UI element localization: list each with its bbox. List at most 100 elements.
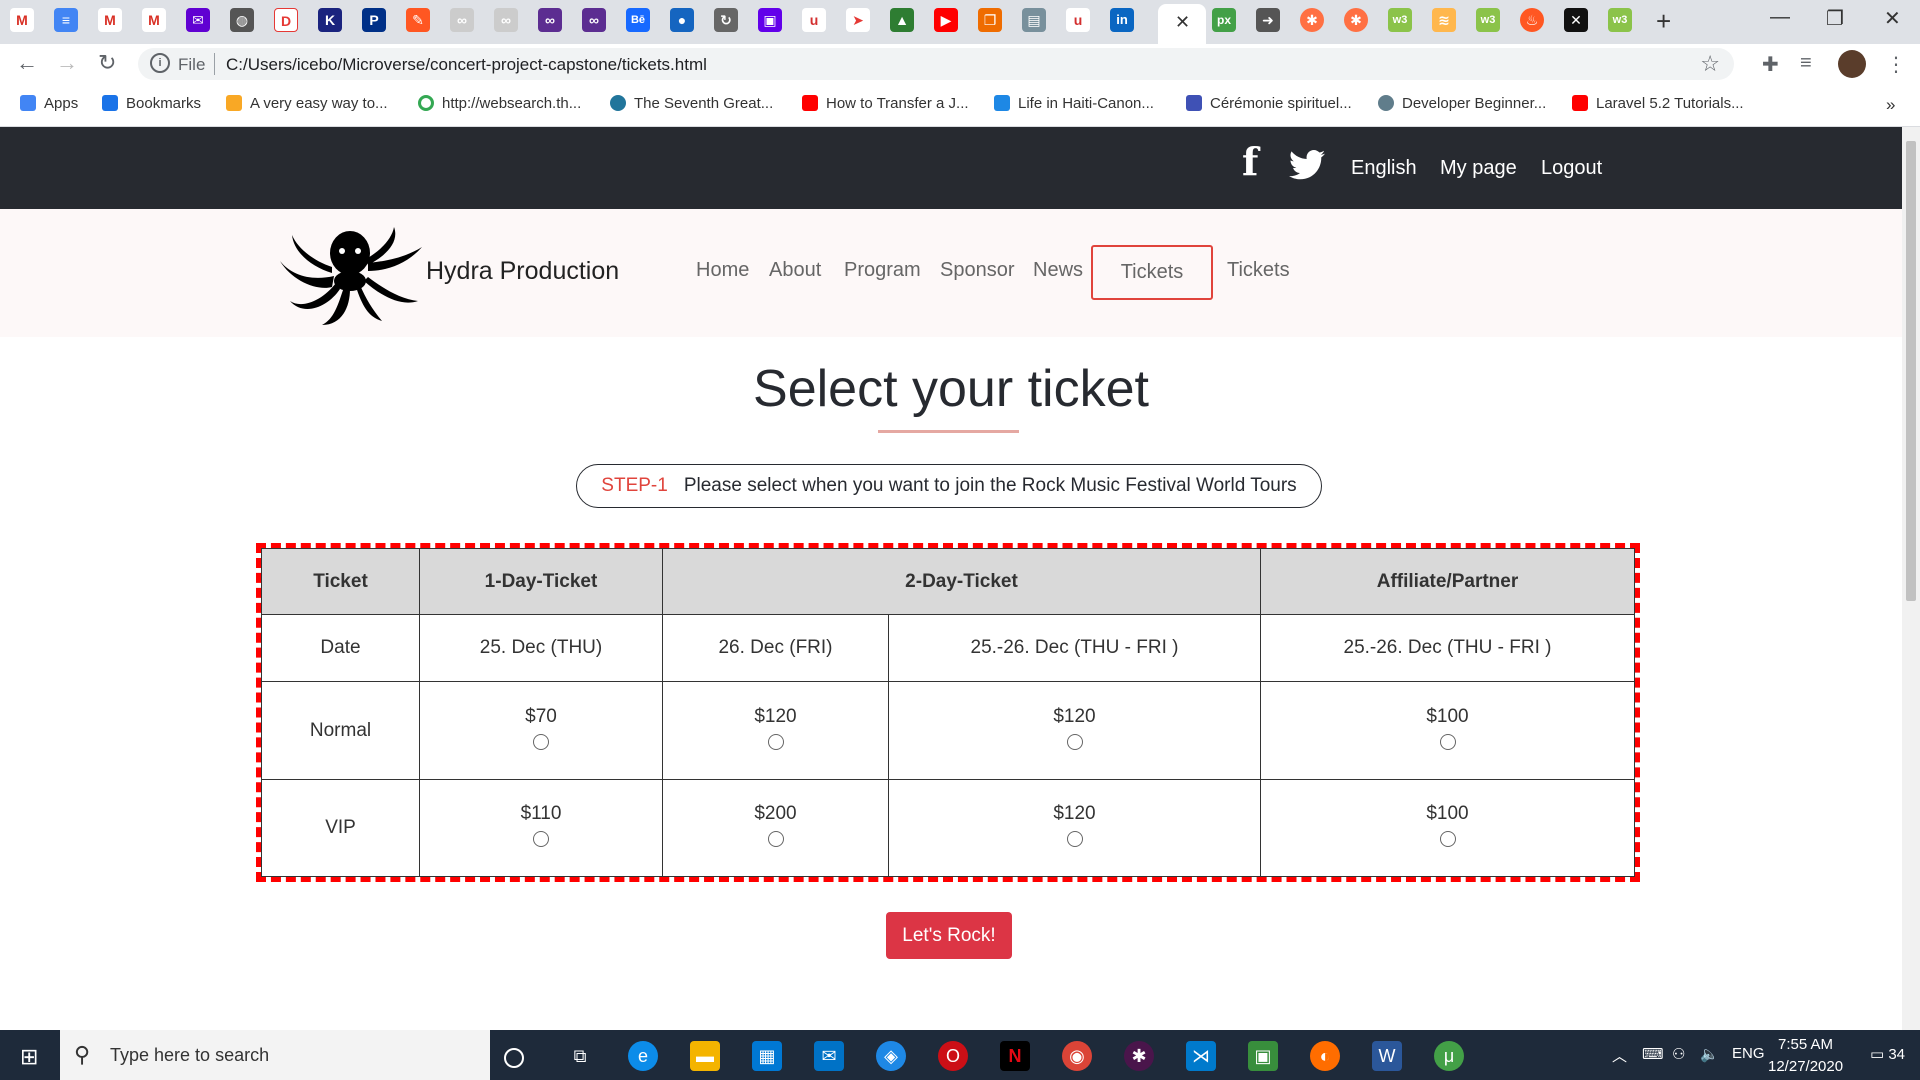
ticket-radio[interactable] [767, 830, 784, 847]
notification-icon[interactable]: ▭ 34 [1870, 1045, 1905, 1063]
url-text[interactable]: C:/Users/icebo/Microverse/concert-projec… [226, 55, 707, 75]
ticket-radio[interactable] [533, 830, 549, 847]
bookmark-item[interactable]: How to Transfer a J... [802, 95, 969, 112]
globe-tab-icon[interactable]: ◍ [230, 8, 254, 32]
udemy-tab-icon[interactable]: u [802, 8, 826, 32]
chat-tab-icon[interactable]: ● [670, 8, 694, 32]
more-bookmarks-icon[interactable]: » [1886, 95, 1895, 115]
ticket-radio[interactable] [533, 733, 549, 750]
nav-about[interactable]: About [769, 259, 821, 282]
px-tab-icon[interactable]: px [1212, 8, 1236, 32]
taskbar-clock[interactable]: 7:55 AM 12/27/2020 [1768, 1034, 1843, 1078]
nav-news[interactable]: News [1033, 259, 1083, 282]
opera-icon[interactable]: O [938, 1041, 968, 1071]
nav-home[interactable]: Home [696, 259, 749, 282]
loop-tab-icon[interactable]: ∞ [494, 8, 518, 32]
bookmark-item[interactable]: Cérémonie spirituel... [1186, 95, 1352, 112]
bookmark-item[interactable]: The Seventh Great... [610, 95, 773, 112]
ticket-radio[interactable] [1066, 830, 1083, 847]
edge-icon[interactable]: e [628, 1041, 658, 1071]
arrow-tab-icon[interactable]: ➜ [1256, 8, 1280, 32]
language-link[interactable]: English [1351, 157, 1417, 180]
loop-tab-icon[interactable]: ∞ [450, 8, 474, 32]
linkedin-tab-icon[interactable]: in [1110, 8, 1134, 32]
netflix-icon[interactable]: N [1000, 1041, 1030, 1071]
nav-tickets[interactable]: Tickets [1227, 259, 1290, 282]
loop-tab-icon[interactable]: ∞ [582, 8, 606, 32]
taskbar-search[interactable]: ⚲ Type here to search [60, 1030, 490, 1080]
send-tab-icon[interactable]: ➤ [846, 8, 870, 32]
bookmark-item[interactable]: Laravel 5.2 Tutorials... [1572, 95, 1744, 112]
flower-tab-icon[interactable]: ✱ [1300, 8, 1324, 32]
udemy-tab-icon[interactable]: u [1066, 8, 1090, 32]
bookmark-item[interactable]: Life in Haiti-Canon... [994, 95, 1154, 112]
scrollbar-thumb[interactable] [1906, 141, 1916, 601]
image-tab-icon[interactable]: ▤ [1022, 8, 1046, 32]
windows-start-icon[interactable]: ⊞ [20, 1044, 38, 1070]
new-tab-icon[interactable]: + [1656, 6, 1671, 37]
forward-icon[interactable]: → [56, 50, 78, 76]
close-window-icon[interactable]: ✕ [1884, 6, 1901, 31]
volume-icon[interactable]: 🔈 [1700, 1045, 1719, 1063]
bookmark-star-icon[interactable]: ☆ [1700, 51, 1720, 77]
firefox-icon[interactable]: ◐ [1310, 1041, 1340, 1071]
reload-icon[interactable]: ↻ [98, 50, 116, 76]
twitter-icon[interactable] [1288, 147, 1326, 190]
word-icon[interactable]: W [1372, 1041, 1402, 1071]
file-explorer-icon[interactable]: ▬ [690, 1041, 720, 1071]
task-view-icon[interactable]: ⧉ [565, 1041, 595, 1071]
nav-program[interactable]: Program [844, 259, 921, 282]
mail-icon[interactable]: ✉ [814, 1041, 844, 1071]
avatar[interactable] [1838, 50, 1866, 78]
pen-tab-icon[interactable]: ✎ [406, 8, 430, 32]
browser-icon[interactable]: ◈ [876, 1041, 906, 1071]
store-icon[interactable]: ▦ [752, 1041, 782, 1071]
k-tab-icon[interactable]: K [318, 8, 342, 32]
restore-icon[interactable]: ❐ [1826, 6, 1844, 31]
slack-icon[interactable]: ✱ [1124, 1041, 1154, 1071]
refresh-tab-icon[interactable]: ↻ [714, 8, 738, 32]
loop-tab-icon[interactable]: ∞ [538, 8, 562, 32]
gmail-tab-icon[interactable]: M [142, 8, 166, 32]
network-icon[interactable]: ⚇ [1672, 1045, 1685, 1063]
octopus-logo-icon[interactable] [272, 221, 428, 332]
stack-tab-icon[interactable]: ≋ [1432, 8, 1456, 32]
active-tab[interactable]: ✕ [1158, 4, 1206, 44]
docs-tab-icon[interactable]: ≡ [54, 8, 78, 32]
ticket-radio[interactable] [1439, 733, 1456, 750]
w3-tab-icon[interactable]: w3 [1476, 8, 1500, 32]
scrollbar[interactable] [1902, 127, 1920, 1030]
vscode-icon[interactable]: ⋊ [1186, 1041, 1216, 1071]
w3-tab-icon[interactable]: w3 [1608, 8, 1632, 32]
fire-tab-icon[interactable]: ♨ [1520, 8, 1544, 32]
media-icon[interactable]: ≡ [1800, 52, 1812, 75]
w3-tab-icon[interactable]: w3 [1388, 8, 1412, 32]
logout-link[interactable]: Logout [1541, 157, 1602, 180]
cortana-icon[interactable] [504, 1048, 524, 1068]
bookmark-bookmarks[interactable]: Bookmarks [102, 95, 201, 112]
x-tab-icon[interactable]: ✕ [1564, 8, 1588, 32]
ticket-radio[interactable] [767, 733, 784, 750]
image-editor-icon[interactable]: ▣ [1248, 1041, 1278, 1071]
chrome-icon[interactable]: ◉ [1062, 1041, 1092, 1071]
brand-name[interactable]: Hydra Production [426, 257, 619, 286]
mypage-link[interactable]: My page [1440, 157, 1517, 180]
youtube-tab-icon[interactable]: ▶ [934, 8, 958, 32]
bookmark-item[interactable]: Developer Beginner... [1378, 95, 1546, 112]
network-device-icon[interactable]: ⌨ [1642, 1045, 1664, 1063]
input-language[interactable]: ENG [1732, 1045, 1765, 1062]
gmail-tab-icon[interactable]: M [10, 8, 34, 32]
close-tab-icon[interactable]: ✕ [1175, 12, 1190, 33]
nav-tickets-active[interactable]: Tickets [1091, 245, 1213, 300]
d-tab-icon[interactable]: D [274, 8, 298, 32]
chart-tab-icon[interactable]: ▲ [890, 8, 914, 32]
ticket-radio[interactable] [1066, 733, 1083, 750]
gmail-tab-icon[interactable]: M [98, 8, 122, 32]
flower-tab-icon[interactable]: ✱ [1344, 8, 1368, 32]
extensions-icon[interactable]: ✚ [1762, 52, 1779, 77]
bookmark-apps[interactable]: Apps [20, 95, 78, 112]
utorrent-icon[interactable]: μ [1434, 1041, 1464, 1071]
lets-rock-button[interactable]: Let's Rock! [886, 912, 1012, 959]
bookmark-item[interactable]: http://websearch.th... [418, 95, 581, 112]
ticket-radio[interactable] [1439, 830, 1456, 847]
